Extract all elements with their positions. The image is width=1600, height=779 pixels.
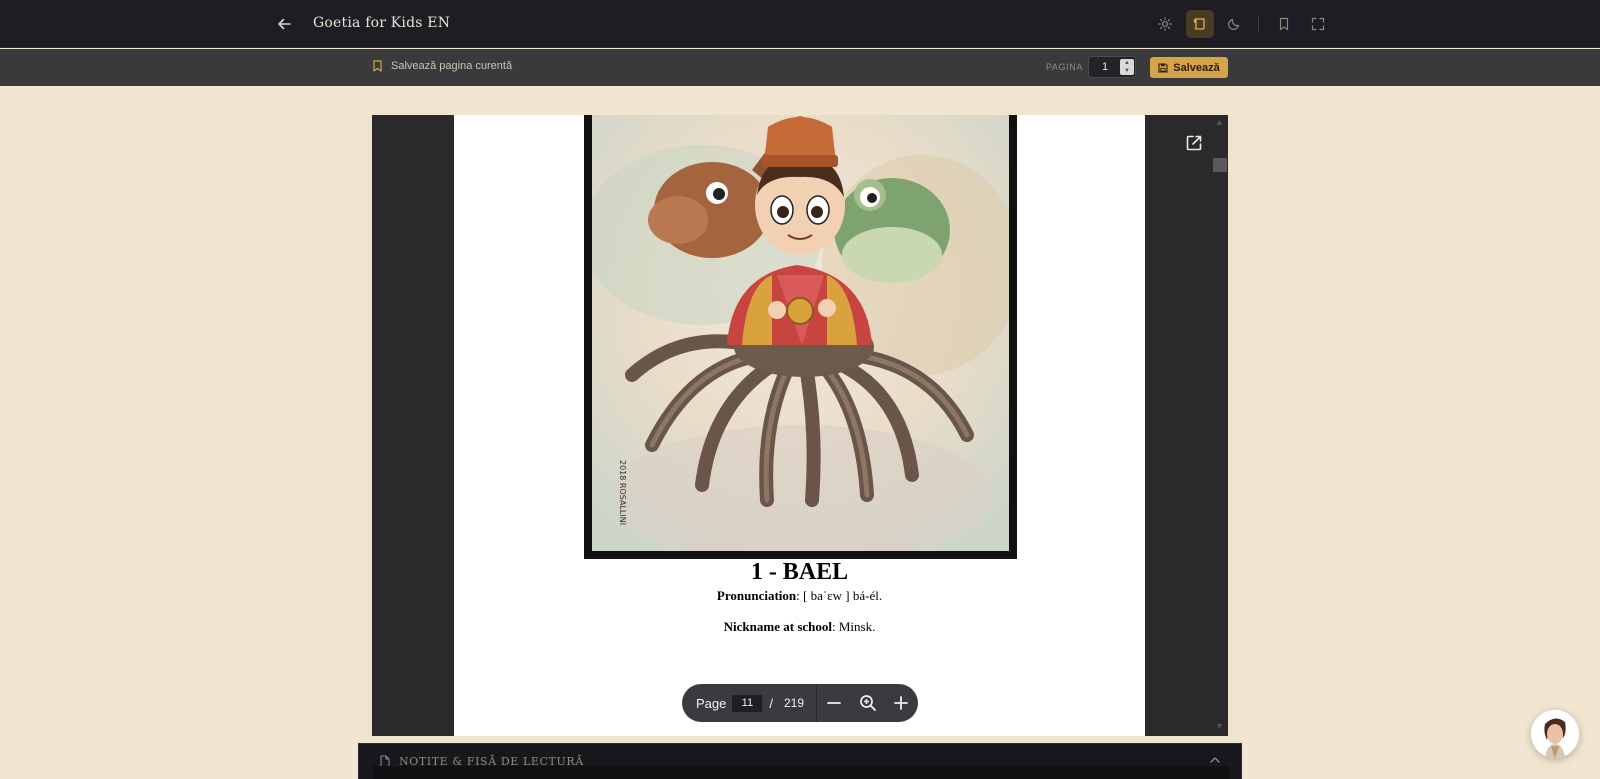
artist-signature: 2018 ROSALLINI [618,460,627,525]
light-theme-button[interactable] [1151,10,1179,38]
page-nav-input[interactable] [732,694,763,712]
page-stepper[interactable]: ▲ ▼ [1120,59,1134,75]
assistant-avatar[interactable] [1531,710,1579,758]
pronunciation-value: : [ baˈɛw ] bá-él. [796,588,883,603]
page-nav-label: Page [696,695,727,711]
pdf-page: 2018 ROSALLINI 1 - BAEL Pronunciation: [… [454,115,1145,736]
zoom-reset-button[interactable] [851,684,885,722]
bookmark-icon [1279,17,1289,31]
nickname-value: : Minsk. [832,619,876,634]
dark-theme-button[interactable] [1220,10,1248,38]
notes-content [373,766,1229,779]
toolbar-divider [1258,16,1259,32]
zoom-out-button[interactable] [817,684,851,722]
save-bar: Salvează pagina curentă PAGINA ▲ ▼ Salve… [0,49,1600,86]
sepia-theme-button[interactable] [1186,10,1214,38]
open-external-button[interactable] [1182,131,1206,155]
scroll-icon [1193,18,1205,30]
scrollbar-thumb[interactable] [1213,158,1227,172]
zoom-in-button[interactable] [884,684,918,722]
minus-icon [826,702,841,704]
chevron-up-icon[interactable]: ▲ [1124,60,1130,66]
save-button-label: Salvează [1173,61,1220,74]
save-button[interactable]: Salvează [1150,57,1228,78]
scroll-up-arrow[interactable]: ▲ [1215,117,1224,127]
pronunciation-label: Pronunciation [716,588,797,603]
plus-icon [894,696,909,710]
chevron-down-icon[interactable]: ▼ [1124,68,1130,74]
save-current-page-link[interactable]: Salvează pagina curentă [372,60,512,72]
notes-panel: NOTIȚE & FIȘĂ DE LECTURĂ [358,743,1242,779]
back-button[interactable] [272,12,296,36]
pronunciation-line: Pronunciation: [ baˈɛw ] bá-él. [454,588,1145,604]
moon-icon [1228,18,1240,30]
bookmark-icon [373,60,382,72]
book-title: Goetia for Kids EN [313,15,451,31]
bael-illustration: 2018 ROSALLINI [592,115,1009,551]
demon-title: 1 - BAEL [750,559,849,585]
nickname-label: Nickname at school [723,619,832,634]
page-nav-separator: / [769,695,773,711]
pdf-viewer[interactable]: 2018 ROSALLINI 1 - BAEL Pronunciation: [… [372,115,1228,736]
page-navigation: Page / 219 [682,684,918,722]
floppy-disk-icon [1158,62,1168,73]
page-nav-total: 219 [784,696,805,710]
avatar-portrait-icon [1531,710,1579,758]
fullscreen-button[interactable] [1304,10,1332,38]
top-bar: Goetia for Kids EN [0,0,1600,48]
page-label: PAGINA [1046,62,1083,72]
zoom-in-icon [859,695,876,711]
open-external-icon [1186,135,1202,151]
arrow-left-icon [278,18,291,30]
demon-illustration-frame: 2018 ROSALLINI [584,115,1017,559]
chevron-up-icon[interactable] [1209,755,1221,765]
scroll-down-arrow[interactable]: ▼ [1215,721,1224,731]
nickname-line: Nickname at school: Minsk. [454,619,1145,635]
save-current-page-label: Salvează pagina curentă [391,60,513,72]
fullscreen-icon [1311,17,1325,31]
bookmark-button[interactable] [1270,10,1298,38]
sun-icon [1158,17,1172,31]
